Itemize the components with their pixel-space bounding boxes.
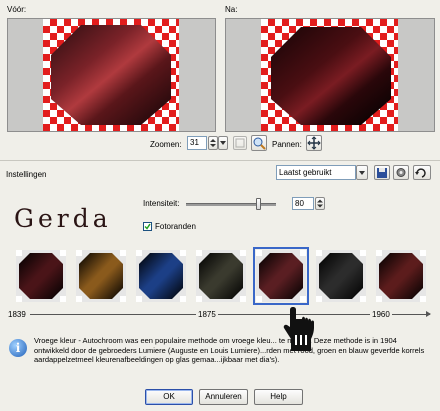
intensity-input[interactable]: 80 (292, 197, 314, 210)
before-label: Vóór: (7, 5, 27, 14)
gear-icon (396, 168, 406, 177)
zoom-label: Zoomen: (150, 140, 182, 149)
zoom-tool-button[interactable] (251, 135, 267, 151)
after-label: Na: (225, 5, 238, 14)
pan-label: Pannen: (272, 140, 302, 149)
fit-window-icon (235, 138, 245, 148)
timeline-start-year: 1839 (8, 310, 28, 319)
timeline-arrow-icon (426, 311, 431, 317)
zoom-input[interactable]: 31 (187, 136, 207, 150)
before-preview (7, 18, 216, 132)
preset-thumbnail-7[interactable] (376, 250, 426, 302)
fotoranden-checkbox[interactable] (143, 222, 152, 231)
timeline-end-year: 1960 (370, 310, 392, 319)
preset-thumbnail-2[interactable] (76, 250, 126, 302)
checkmark-icon (144, 223, 151, 230)
chevron-down-icon (359, 171, 365, 175)
after-preview (225, 18, 435, 132)
zoom-stepper[interactable] (208, 136, 218, 150)
stepper-arrows-icon (317, 199, 323, 208)
brand-logo: Gerda (14, 204, 112, 233)
move-arrows-icon (307, 136, 321, 150)
preset-select[interactable]: Laatst gebruikt (276, 165, 356, 180)
ok-button[interactable]: OK (145, 389, 193, 405)
fit-button[interactable] (233, 136, 247, 150)
pan-button[interactable] (306, 135, 322, 151)
help-button[interactable]: Help (254, 389, 303, 405)
reset-preset-button[interactable] (393, 165, 409, 180)
intensity-stepper[interactable] (315, 197, 325, 210)
preset-thumbnail-4[interactable] (196, 250, 246, 302)
description-text: Vroege kleur - Autochroom was een popula… (34, 336, 425, 364)
settings-label: Instellingen (6, 170, 47, 179)
preset-thumbnail-1[interactable] (16, 250, 66, 302)
info-icon: i (9, 339, 27, 357)
intensity-slider[interactable] (186, 203, 276, 206)
stepper-arrows-icon (210, 139, 216, 147)
timeline-mid-year: 1875 (196, 310, 218, 319)
floppy-disk-icon (377, 168, 387, 178)
hand-cursor-icon (283, 307, 314, 351)
magnifier-icon (253, 137, 266, 150)
after-image (271, 27, 391, 125)
preset-thumbnail-5[interactable] (253, 247, 309, 305)
save-preset-button[interactable] (374, 165, 390, 180)
cancel-button[interactable]: Annuleren (199, 389, 248, 405)
preset-thumbnail-3[interactable] (136, 250, 186, 302)
refresh-arrow-icon (415, 168, 426, 178)
intensity-slider-thumb[interactable] (256, 198, 261, 210)
intensity-label: Intensiteit: (143, 199, 180, 208)
randomize-button[interactable] (413, 165, 431, 180)
zoom-dropdown[interactable] (218, 136, 228, 150)
preset-thumbnail-6[interactable] (316, 250, 366, 302)
before-image (51, 25, 171, 125)
preset-dropdown-button[interactable] (356, 165, 368, 180)
chevron-down-icon (220, 141, 226, 145)
fotoranden-label: Fotoranden (155, 222, 196, 231)
divider (0, 160, 440, 161)
